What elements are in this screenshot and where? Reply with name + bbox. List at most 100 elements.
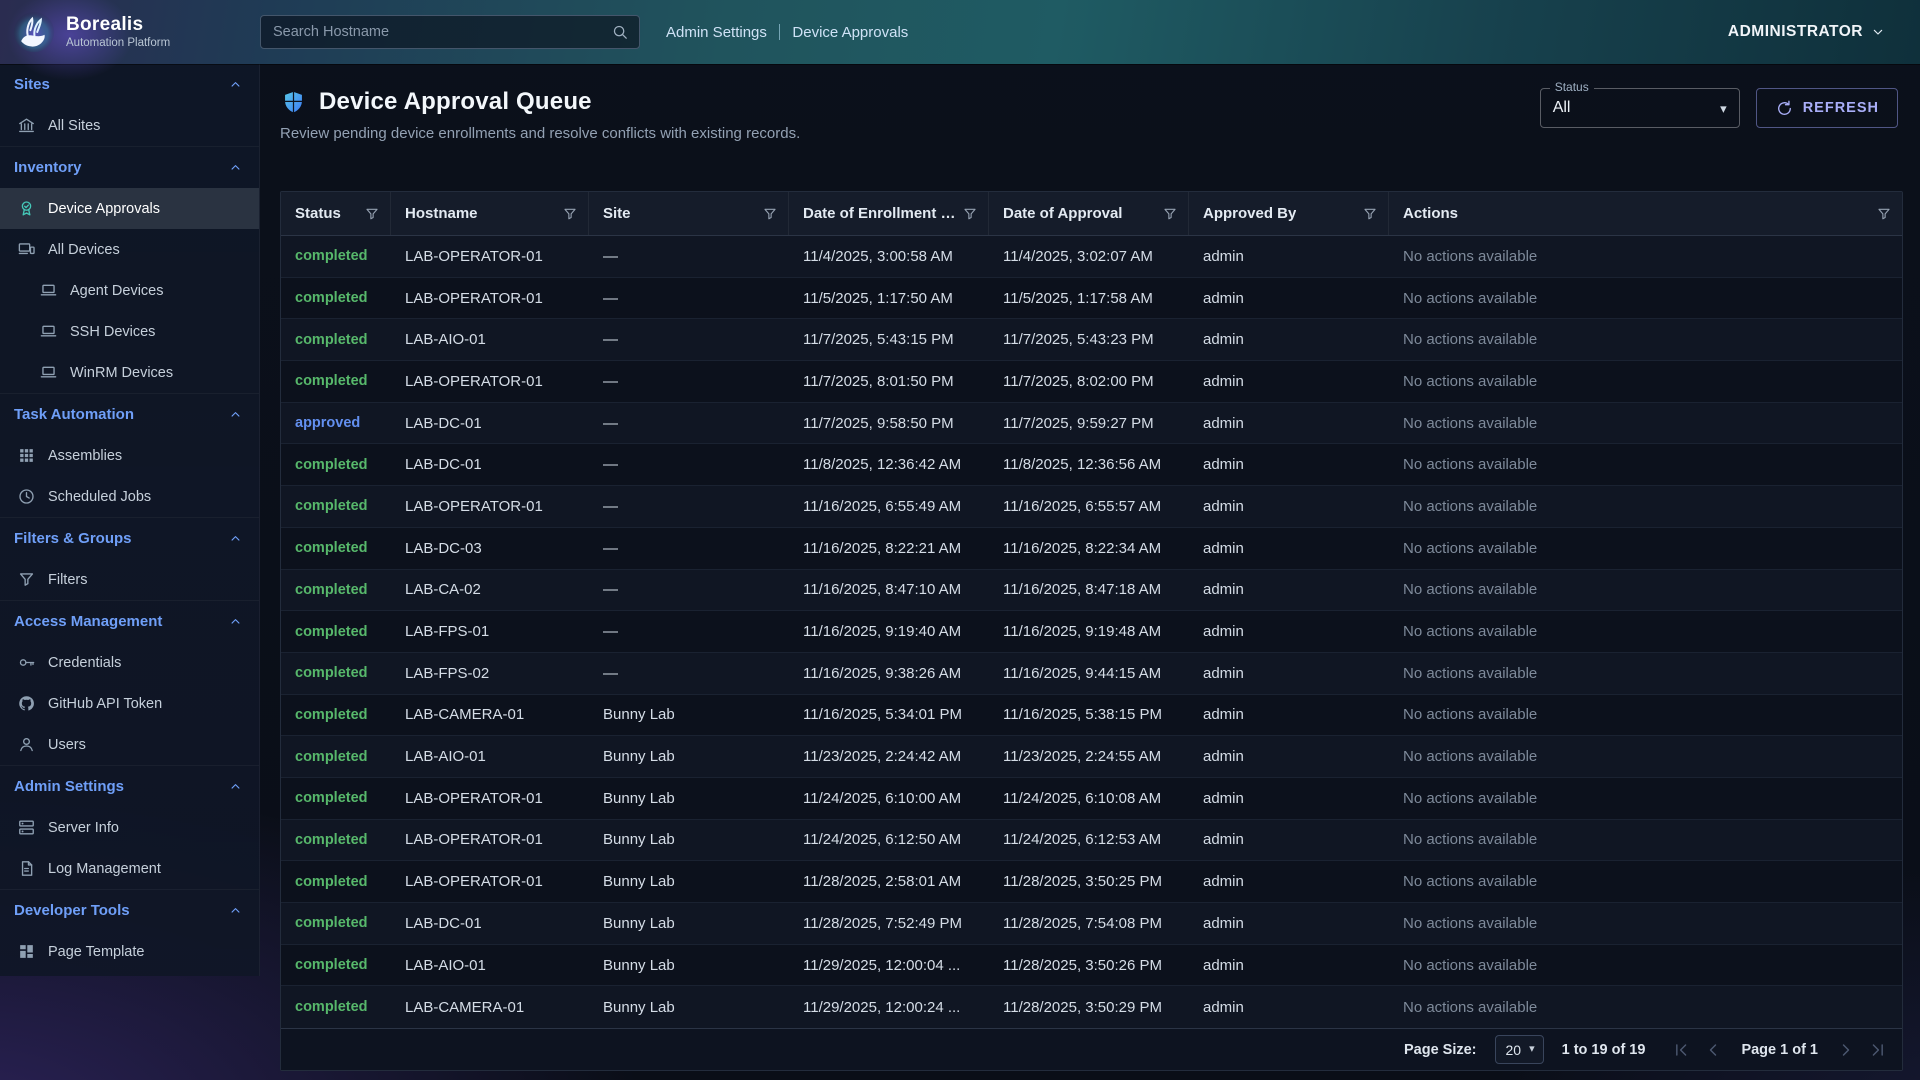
table-row[interactable]: completedLAB-OPERATOR-01—11/7/2025, 8:01… (281, 361, 1902, 403)
column-label: Hostname (405, 205, 478, 222)
approval-date-cell: 11/16/2025, 5:38:15 PM (989, 706, 1189, 723)
table-row[interactable]: completedLAB-CA-02—11/16/2025, 8:47:10 A… (281, 570, 1902, 612)
table-row[interactable]: completedLAB-OPERATOR-01Bunny Lab11/24/2… (281, 820, 1902, 862)
previous-page-button[interactable] (1703, 1040, 1723, 1060)
actions-cell: No actions available (1389, 290, 1902, 307)
actions-cell: No actions available (1389, 831, 1902, 848)
enrollment-date-cell: 11/7/2025, 8:01:50 PM (789, 373, 989, 390)
breadcrumb-admin-settings[interactable]: Admin Settings (666, 24, 767, 41)
table-row[interactable]: completedLAB-DC-01Bunny Lab11/28/2025, 7… (281, 903, 1902, 945)
column-header-actions[interactable]: Actions (1389, 192, 1902, 235)
first-page-button[interactable] (1671, 1040, 1691, 1060)
sidebar-item-github-api-token[interactable]: GitHub API Token (0, 683, 259, 724)
approved-by-cell: admin (1189, 331, 1389, 348)
sidebar-section-header-developer-tools[interactable]: Developer Tools (0, 890, 259, 931)
search-icon[interactable] (611, 23, 629, 41)
page-size-select[interactable]: 20 ▾ (1495, 1035, 1544, 1064)
sidebar-item-all-sites[interactable]: All Sites (0, 105, 259, 146)
search-input[interactable] (261, 24, 611, 40)
filter-icon[interactable] (1162, 206, 1178, 222)
sidebar-section-header-sites[interactable]: Sites (0, 64, 259, 105)
column-label: Actions (1403, 205, 1458, 222)
sidebar-section-header-access-management[interactable]: Access Management (0, 601, 259, 642)
table-header-row: Status Hostname SiteDate of Enrollment R..… (281, 192, 1902, 236)
table-row[interactable]: completedLAB-DC-03—11/16/2025, 8:22:21 A… (281, 528, 1902, 570)
table-row[interactable]: completedLAB-DC-01—11/8/2025, 12:36:42 A… (281, 444, 1902, 486)
sidebar-section-inventory: InventoryDevice ApprovalsAll DevicesAgen… (0, 146, 259, 393)
table-row[interactable]: completedLAB-OPERATOR-01—11/4/2025, 3:00… (281, 236, 1902, 278)
sidebar-section-header-inventory[interactable]: Inventory (0, 147, 259, 188)
last-page-button[interactable] (1868, 1040, 1888, 1060)
table-row[interactable]: completedLAB-AIO-01—11/7/2025, 5:43:15 P… (281, 319, 1902, 361)
user-menu[interactable]: ADMINISTRATOR (1728, 23, 1886, 41)
table-row[interactable]: completedLAB-OPERATOR-01—11/16/2025, 6:5… (281, 486, 1902, 528)
approved-by-cell: admin (1189, 373, 1389, 390)
sites-icon (17, 116, 36, 135)
filter-icon[interactable] (1876, 206, 1892, 222)
hostname-cell: LAB-CA-02 (391, 581, 589, 598)
sidebar-section-header-task-automation[interactable]: Task Automation (0, 394, 259, 435)
column-header-approved-by[interactable]: Approved By (1189, 192, 1389, 235)
column-header-approval-date[interactable]: Date of Approval (989, 192, 1189, 235)
sidebar-item-label: Server Info (48, 820, 119, 836)
sidebar-item-page-template[interactable]: Page Template (0, 931, 259, 972)
status-filter-select[interactable]: Status All ▾ (1540, 88, 1740, 128)
approval-date-cell: 11/8/2025, 12:36:56 AM (989, 456, 1189, 473)
filter-icon[interactable] (762, 206, 778, 222)
sidebar-item-log-management[interactable]: Log Management (0, 848, 259, 889)
approval-date-cell: 11/24/2025, 6:10:08 AM (989, 790, 1189, 807)
next-page-button[interactable] (1836, 1040, 1856, 1060)
chevron-up-icon (228, 407, 243, 422)
table-row[interactable]: approvedLAB-DC-01—11/7/2025, 9:58:50 PM1… (281, 403, 1902, 445)
sidebar-item-all-devices[interactable]: All Devices (0, 229, 259, 270)
filter-icon[interactable] (1362, 206, 1378, 222)
status-cell: completed (281, 457, 391, 473)
column-header-status[interactable]: Status (281, 192, 391, 235)
sidebar-section-header-filters-groups[interactable]: Filters & Groups (0, 518, 259, 559)
status-filter-label: Status (1550, 80, 1594, 94)
column-header-enrollment-date[interactable]: Date of Enrollment R... (789, 192, 989, 235)
table-row[interactable]: completedLAB-AIO-01Bunny Lab11/23/2025, … (281, 736, 1902, 778)
sidebar-item-agent-devices[interactable]: Agent Devices (0, 270, 259, 311)
table-row[interactable]: completedLAB-CAMERA-01Bunny Lab11/29/202… (281, 986, 1902, 1028)
status-filter-value: All (1553, 99, 1571, 117)
table-row[interactable]: completedLAB-OPERATOR-01—11/5/2025, 1:17… (281, 278, 1902, 320)
table-row[interactable]: completedLAB-AIO-01Bunny Lab11/29/2025, … (281, 945, 1902, 987)
approvals-table-body: completed LAB-OPERATOR-01— 11/4/2025, 3:00… (281, 236, 1902, 1028)
filter-icon[interactable] (562, 206, 578, 222)
sidebar-item-ssh-devices[interactable]: SSH Devices (0, 311, 259, 352)
sidebar-section-header-admin-settings[interactable]: Admin Settings (0, 766, 259, 807)
sidebar-item-assemblies[interactable]: Assemblies (0, 435, 259, 476)
approved-by-cell: admin (1189, 665, 1389, 682)
sidebar-item-winrm-devices[interactable]: WinRM Devices (0, 352, 259, 393)
site-cell: — (589, 498, 789, 515)
sidebar-item-scheduled-jobs[interactable]: Scheduled Jobs (0, 476, 259, 517)
breadcrumb-device-approvals[interactable]: Device Approvals (792, 24, 908, 41)
column-header-site[interactable]: Site (589, 192, 789, 235)
table-row[interactable]: completedLAB-OPERATOR-01Bunny Lab11/24/2… (281, 778, 1902, 820)
status-cell: completed (281, 665, 391, 681)
table-row[interactable]: completedLAB-FPS-01—11/16/2025, 9:19:40 … (281, 611, 1902, 653)
sidebar-section-access-management: Access ManagementCredentials GitHub API T… (0, 600, 259, 765)
sidebar-item-device-approvals[interactable]: Device Approvals (0, 188, 259, 229)
section-label: Developer Tools (14, 902, 130, 919)
approved-by-cell: admin (1189, 415, 1389, 432)
sidebar-item-label: WinRM Devices (70, 365, 173, 381)
hostname-cell: LAB-OPERATOR-01 (391, 498, 589, 515)
sidebar-item-credentials[interactable]: Credentials (0, 642, 259, 683)
actions-cell: No actions available (1389, 957, 1902, 974)
filter-icon[interactable] (962, 206, 978, 222)
actions-cell: No actions available (1389, 790, 1902, 807)
sidebar-item-users[interactable]: Users (0, 724, 259, 765)
enrollment-date-cell: 11/4/2025, 3:00:58 AM (789, 248, 989, 265)
sidebar-item-label: GitHub API Token (48, 696, 162, 712)
refresh-button[interactable]: REFRESH (1756, 88, 1898, 128)
table-row[interactable]: completedLAB-FPS-02—11/16/2025, 9:38:26 … (281, 653, 1902, 695)
sidebar-item-server-info[interactable]: Server Info (0, 807, 259, 848)
filter-icon[interactable] (364, 206, 380, 222)
table-row[interactable]: completedLAB-OPERATOR-01Bunny Lab11/28/2… (281, 861, 1902, 903)
sidebar-item-filters[interactable]: Filters (0, 559, 259, 600)
enrollment-date-cell: 11/16/2025, 8:22:21 AM (789, 540, 989, 557)
table-row[interactable]: completedLAB-CAMERA-01Bunny Lab11/16/202… (281, 695, 1902, 737)
column-header-hostname[interactable]: Hostname (391, 192, 589, 235)
